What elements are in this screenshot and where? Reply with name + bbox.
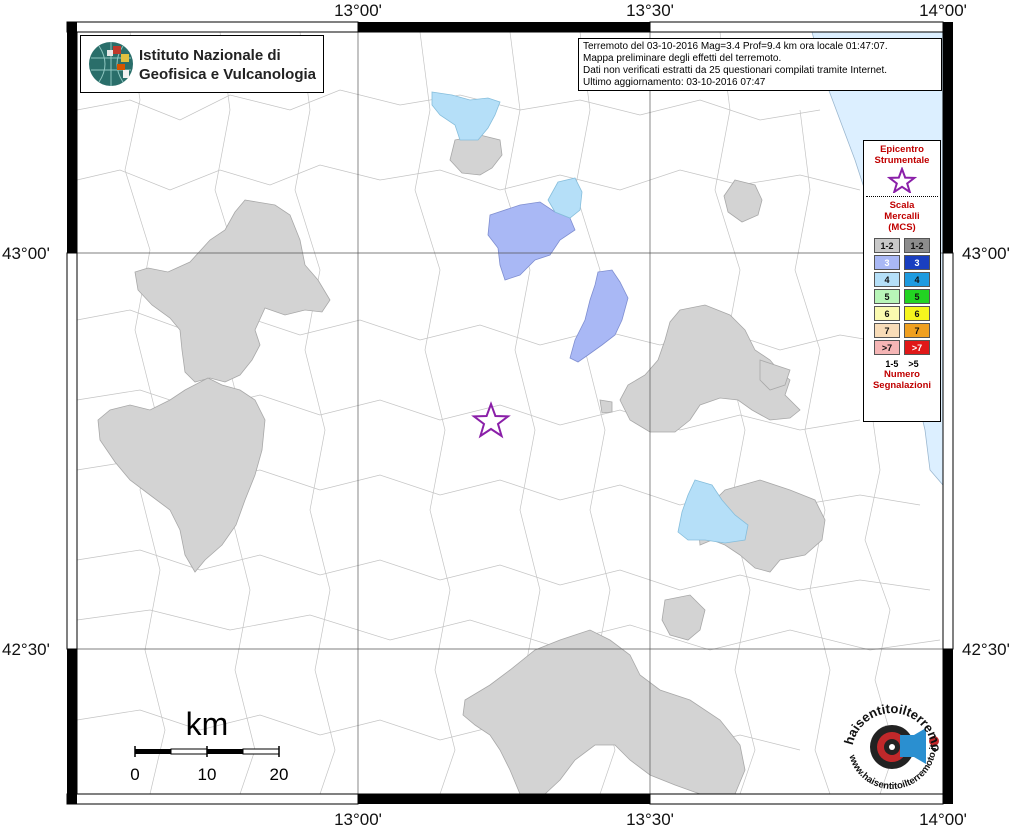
legend-row: 66 bbox=[864, 306, 940, 321]
right-label-2: 42°30' bbox=[962, 640, 1010, 659]
legend-row: 77 bbox=[864, 323, 940, 338]
bottom-label-1: 13°00' bbox=[334, 810, 382, 829]
scale-unit: km bbox=[186, 706, 229, 742]
ingv-logo: Istituto Nazionale di Geofisica e Vulcan… bbox=[80, 35, 324, 93]
bottom-label-3: 14°00' bbox=[919, 810, 967, 829]
legend-swatch-few: 5 bbox=[874, 289, 900, 304]
event-info-box: Terremoto del 03-10-2016 Mag=3.4 Prof=9.… bbox=[578, 38, 942, 91]
legend-star-icon bbox=[887, 167, 917, 193]
legend-swatch-many: 3 bbox=[904, 255, 930, 270]
legend-swatch-many: 1-2 bbox=[904, 238, 930, 253]
legend-epicenter-line1: Epicentro bbox=[880, 144, 924, 155]
top-label-1: 13°00' bbox=[334, 1, 382, 20]
left-label-2: 42°30' bbox=[2, 640, 50, 659]
logo-line2: Geofisica e Vulcanologia bbox=[139, 66, 316, 83]
info-line-2: Mappa preliminare degli effetti del terr… bbox=[583, 53, 782, 64]
legend-row: 1-2 1-2 bbox=[864, 238, 940, 253]
left-label-1: 43°00' bbox=[2, 244, 50, 263]
info-line-4: Ultimo aggiornamento: 03-10-2016 07:47 bbox=[583, 77, 766, 88]
legend-count-row: 1-5 >5 bbox=[864, 359, 940, 369]
count-left: 1-5 bbox=[885, 359, 899, 369]
legend-count-line2: Segnalazioni bbox=[872, 380, 932, 391]
right-label-1: 43°00' bbox=[962, 244, 1010, 263]
info-line-3: Dati non verificati estratti da 25 quest… bbox=[583, 65, 888, 76]
frame-bar-bottom bbox=[66, 793, 953, 805]
scale-tick-20: 20 bbox=[270, 765, 289, 784]
top-label-2: 13°30' bbox=[626, 1, 674, 20]
legend-swatch-many: >7 bbox=[904, 340, 930, 355]
legend-swatch-few: >7 bbox=[874, 340, 900, 355]
legend-row: 44 bbox=[864, 272, 940, 287]
legend-swatch-few: 7 bbox=[874, 323, 900, 338]
info-line-1: Terremoto del 03-10-2016 Mag=3.4 Prof=9.… bbox=[583, 41, 888, 52]
legend-scale-line3: (MCS) bbox=[888, 222, 916, 233]
legend-scale-line1: Scala bbox=[889, 200, 915, 211]
legend-scale-line2: Mercalli bbox=[884, 211, 920, 222]
frame-bar-right bbox=[942, 32, 954, 794]
legend-row: 55 bbox=[864, 289, 940, 304]
scale-tick-0: 0 bbox=[130, 765, 139, 784]
legend-swatch-many: 6 bbox=[904, 306, 930, 321]
globe-icon bbox=[89, 42, 133, 86]
count-right: >5 bbox=[908, 359, 919, 369]
top-label-3: 14°00' bbox=[919, 1, 967, 20]
legend-count-line1: Numero bbox=[884, 369, 920, 380]
logo-line1: Istituto Nazionale di bbox=[139, 47, 281, 64]
frame-bar-left bbox=[66, 32, 78, 794]
legend-swatch-many: 7 bbox=[904, 323, 930, 338]
legend-rows: 1-2 1-2 3 3 4 4 5 5 6 6 7 7 >7 >7 bbox=[864, 238, 940, 355]
bottom-label-2: 13°30' bbox=[626, 810, 674, 829]
legend: Epicentro Strumentale Scala Mercalli (MC… bbox=[863, 140, 941, 422]
legend-epicenter-line2: Strumentale bbox=[874, 155, 930, 166]
frame-bar-top bbox=[66, 21, 953, 33]
legend-swatch-few: 4 bbox=[874, 272, 900, 287]
legend-swatch-few: 3 bbox=[874, 255, 900, 270]
scale-tick-10: 10 bbox=[198, 765, 217, 784]
legend-swatch-few: 6 bbox=[874, 306, 900, 321]
haisentito-logo: haisentitoilterremoto.it www.haisentitoi… bbox=[838, 695, 944, 792]
legend-swatch-many: 4 bbox=[904, 272, 930, 287]
legend-row: 33 bbox=[864, 255, 940, 270]
legend-row: >7 >7 bbox=[864, 340, 940, 355]
legend-swatch-many: 5 bbox=[904, 289, 930, 304]
legend-swatch-few: 1-2 bbox=[874, 238, 900, 253]
